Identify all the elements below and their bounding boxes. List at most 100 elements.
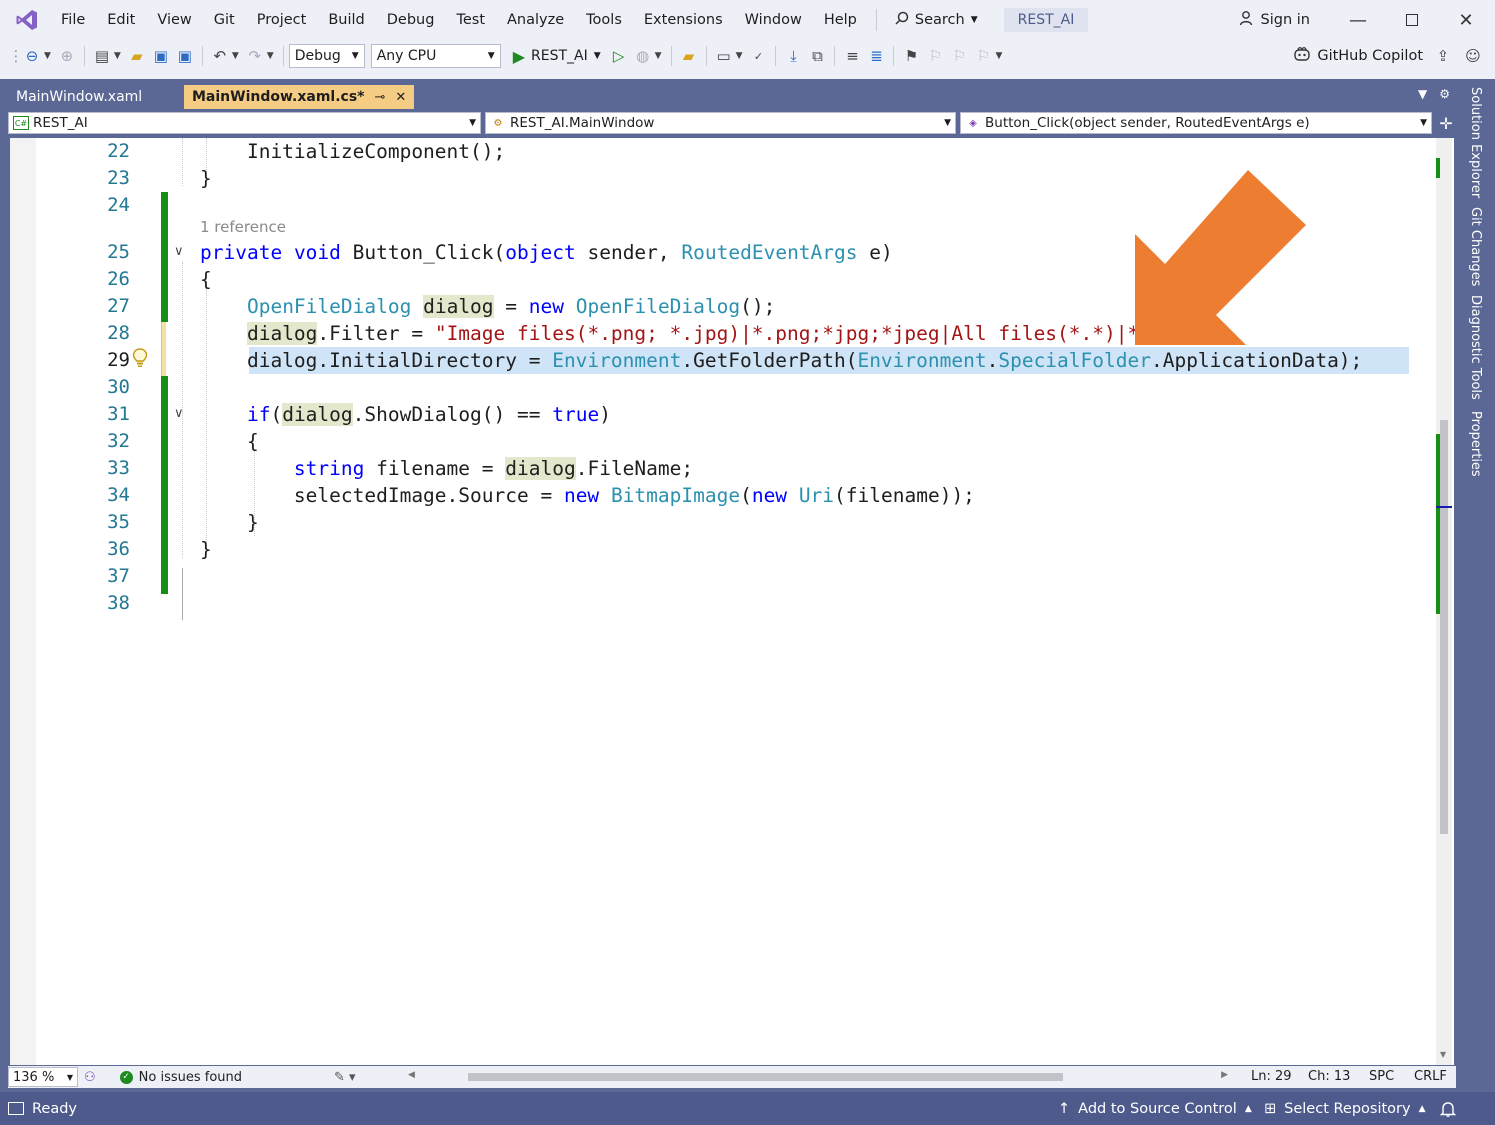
menu-test[interactable]: Test (445, 0, 496, 40)
pin-icon[interactable]: ⊸ (374, 90, 385, 105)
redo-icon[interactable]: ↷ (243, 44, 267, 68)
issues-status[interactable]: No issues found (139, 1070, 242, 1085)
add-to-source-control-button[interactable]: ↑ Add to Source Control ▲ (1058, 1101, 1252, 1117)
solution-platform-select[interactable]: Any CPU ▼ (370, 44, 501, 68)
back-dropdown-arrow[interactable]: ▼ (44, 51, 51, 61)
collapse-region-icon[interactable]: ∨ (174, 406, 184, 421)
menu-view[interactable]: View (146, 0, 202, 40)
start-debugging-button[interactable]: ▶ REST_AI ▼ (507, 47, 607, 66)
redo-dropdown[interactable]: ▼ (267, 51, 274, 61)
repository-label: Select Repository (1284, 1100, 1411, 1117)
zoom-select[interactable]: 136 % ▼ (8, 1067, 78, 1087)
step-into-icon[interactable]: ⤓ (781, 44, 805, 68)
toolbar-options-dropdown[interactable]: ▼ (995, 51, 1002, 61)
browse-folder-icon[interactable]: ▰ (677, 44, 701, 68)
tab-git-changes[interactable]: Git Changes (1468, 207, 1483, 286)
menu-build[interactable]: Build (317, 0, 375, 40)
tab-mainwindow-xaml-cs[interactable]: MainWindow.xaml.cs* ⊸ ✕ (184, 85, 415, 109)
menu-help[interactable]: Help (813, 0, 868, 40)
visual-studio-logo-icon[interactable] (14, 7, 40, 33)
hot-reload-icon[interactable]: ◍ (631, 44, 655, 68)
open-folder-icon[interactable]: ▰ (125, 44, 149, 68)
compare-icon[interactable]: ⧉ (805, 44, 829, 68)
scrollbar-thumb[interactable] (1440, 420, 1448, 834)
menu-extensions[interactable]: Extensions (633, 0, 734, 40)
whitespace-mode[interactable]: SPC (1369, 1069, 1394, 1084)
start-without-debugging-icon[interactable]: ▷ (607, 44, 631, 68)
settings-gear-icon[interactable]: ⚙ (1439, 87, 1450, 101)
sign-in-button[interactable]: Sign in (1239, 10, 1310, 30)
previous-bookmark-icon[interactable]: ⚐ (923, 44, 947, 68)
menu-separator (875, 9, 877, 31)
new-project-icon[interactable]: ▤ (90, 44, 114, 68)
menu-analyze[interactable]: Analyze (496, 0, 575, 40)
minimize-button[interactable]: — (1335, 4, 1381, 36)
tab-properties[interactable]: Properties (1468, 411, 1483, 477)
close-tab-icon[interactable]: ✕ (395, 90, 406, 105)
spell-check-icon[interactable]: ✓ (746, 44, 770, 68)
menu-tools[interactable]: Tools (575, 0, 633, 40)
menu-debug[interactable]: Debug (376, 0, 446, 40)
bookmark-icon[interactable]: ⚑ (899, 44, 923, 68)
collapse-region-icon[interactable]: ∨ (174, 244, 184, 259)
select-repository-button[interactable]: ⊞ Select Repository ▲ (1264, 1101, 1426, 1117)
tab-list-dropdown-icon[interactable]: ▼ (1418, 87, 1427, 101)
horizontal-scrollbar[interactable]: ◀ ▶ (408, 1070, 1228, 1084)
line-ending-mode[interactable]: CRLF (1414, 1069, 1447, 1084)
line-number: 25 (107, 241, 130, 263)
maximize-button[interactable] (1389, 4, 1435, 36)
comment-lines-icon[interactable]: ≡ (840, 44, 864, 68)
toolbar-separator (83, 46, 85, 66)
line-number: 31 (107, 403, 130, 425)
undo-icon[interactable]: ↶ (208, 44, 232, 68)
menu-file[interactable]: File (50, 0, 96, 40)
undo-dropdown[interactable]: ▼ (232, 51, 239, 61)
new-project-dropdown[interactable]: ▼ (114, 51, 121, 61)
type-dropdown[interactable]: ⚙ REST_AI.MainWindow ▼ (485, 112, 956, 134)
clear-bookmarks-icon[interactable]: ⚐ (971, 44, 995, 68)
column-position[interactable]: Ch: 13 (1308, 1069, 1350, 1084)
save-all-icon[interactable]: ▣ (173, 44, 197, 68)
tab-mainwindow-xaml[interactable]: MainWindow.xaml (8, 85, 184, 109)
navigate-forward-icon[interactable]: ⊕ (55, 44, 79, 68)
intellicode-icon[interactable]: ⚇ (84, 1070, 96, 1085)
search-button[interactable]: Search ▼ (885, 11, 988, 29)
output-window-icon[interactable] (8, 1102, 24, 1115)
menu-edit[interactable]: Edit (96, 0, 146, 40)
horizontal-scrollbar-thumb[interactable] (468, 1073, 1063, 1081)
feedback-icon[interactable]: ☺ (1461, 44, 1485, 68)
minimize-icon: — (1349, 9, 1367, 31)
member-dropdown[interactable]: ◈ Button_Click(object sender, RoutedEven… (960, 112, 1432, 134)
menu-window[interactable]: Window (734, 0, 813, 40)
uncomment-lines-icon[interactable]: ≣ (864, 44, 888, 68)
hot-reload-dropdown[interactable]: ▼ (655, 51, 662, 61)
tab-solution-explorer[interactable]: Solution Explorer (1468, 87, 1483, 198)
navigate-back-icon[interactable]: ⊖ (20, 44, 44, 68)
lightbulb-icon[interactable] (132, 348, 148, 372)
line-number: 32 (107, 430, 130, 452)
notifications-bell-icon[interactable] (1440, 1100, 1456, 1118)
github-copilot-button[interactable]: GitHub Copilot (1293, 44, 1423, 68)
scroll-right-arrow-icon[interactable]: ▶ (1221, 1070, 1228, 1080)
project-dropdown[interactable]: C# REST_AI ▼ (8, 112, 481, 134)
codelens-references[interactable]: 1 reference (200, 218, 286, 236)
vertical-scrollbar[interactable]: ▼ (1436, 138, 1452, 1065)
split-editor-icon[interactable]: ✛ (1436, 112, 1456, 134)
next-bookmark-icon[interactable]: ⚐ (947, 44, 971, 68)
layout-dropdown[interactable]: ▼ (736, 51, 743, 61)
line-position[interactable]: Ln: 29 (1251, 1069, 1292, 1084)
menu-git[interactable]: Git (203, 0, 246, 40)
share-icon[interactable]: ⇪ (1431, 44, 1455, 68)
tab-diagnostic-tools[interactable]: Diagnostic Tools (1468, 295, 1483, 400)
menu-project[interactable]: Project (246, 0, 318, 40)
code-line: { (200, 268, 212, 291)
scroll-down-arrow-icon[interactable]: ▼ (1440, 1050, 1446, 1059)
line-number: 26 (107, 268, 130, 290)
save-icon[interactable]: ▣ (149, 44, 173, 68)
window-layout-icon[interactable]: ▭ (712, 44, 736, 68)
code-cleanup-icon[interactable]: ✎ ▾ (334, 1070, 356, 1085)
scroll-left-arrow-icon[interactable]: ◀ (408, 1070, 415, 1080)
chevron-down-icon: ▼ (1420, 118, 1427, 128)
close-window-button[interactable]: ✕ (1443, 4, 1489, 36)
solution-configuration-select[interactable]: Debug ▼ (288, 44, 365, 68)
